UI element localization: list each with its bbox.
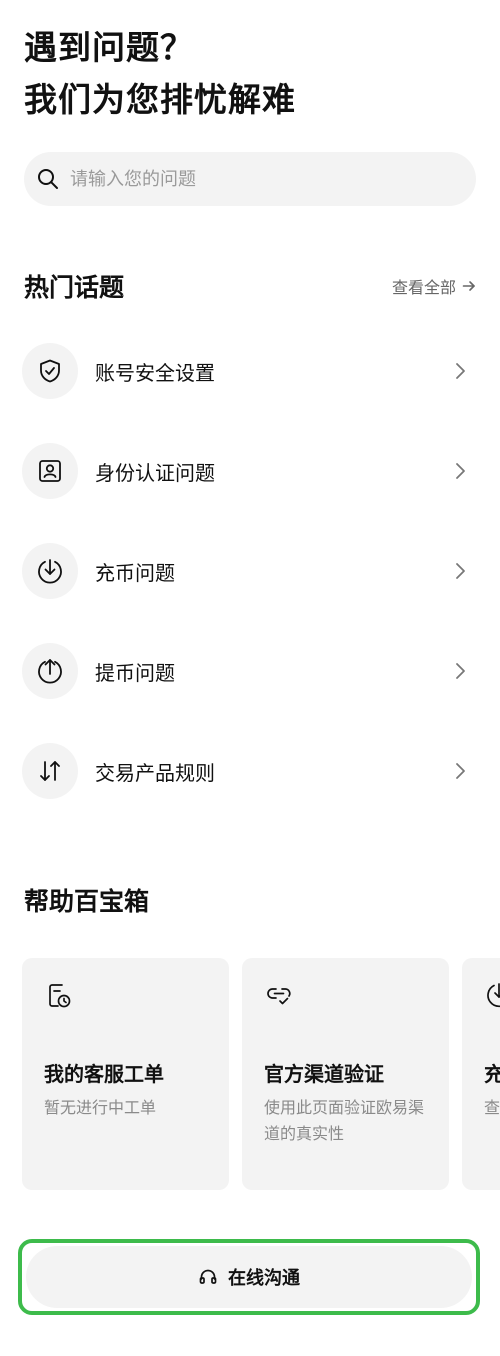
card-description: 查 (484, 1098, 500, 1117)
deposit-down-icon (484, 980, 500, 1010)
chevron-right-icon (450, 561, 470, 581)
topic-label: 充币问题 (95, 560, 175, 585)
headset-icon (198, 1267, 218, 1287)
toolbox-cards: 我的客服工单 暂无进行中工单 官方渠道验证 使用此页面验证欧易渠道的真实性 充 … (22, 958, 500, 1192)
shield-check-icon (37, 358, 63, 384)
topic-item-deposit[interactable]: 充币问题 (22, 543, 478, 599)
topic-label: 身份认证问题 (95, 460, 215, 485)
topic-icon-circle (22, 543, 78, 599)
link-check-icon (264, 980, 294, 1010)
title-line-2: 我们为您排忧解难 (24, 80, 296, 119)
chevron-right-icon (450, 761, 470, 781)
topic-item-trading-rules[interactable]: 交易产品规则 (22, 743, 478, 799)
card-official-channel-verification[interactable]: 官方渠道验证 使用此页面验证欧易渠道的真实性 (242, 958, 449, 1190)
topic-icon-circle (22, 743, 78, 799)
card-title: 官方渠道验证 (264, 1062, 384, 1086)
chevron-right-icon (450, 361, 470, 381)
topic-item-identity-verification[interactable]: 身份认证问题 (22, 443, 478, 499)
topic-icon-circle (22, 443, 78, 499)
card-description: 暂无进行中工单 (44, 1098, 157, 1117)
view-all-link[interactable]: 查看全部 (392, 274, 476, 298)
card-title: 充 (484, 1062, 500, 1086)
help-center-page: 遇到问题？ 我们为您排忧解难 热门话题 查看全部 (0, 0, 500, 1356)
id-card-icon (37, 458, 63, 484)
topic-label: 交易产品规则 (95, 760, 215, 785)
online-chat-label: 在线沟通 (228, 1268, 300, 1289)
topic-icon-circle (22, 643, 78, 699)
withdraw-up-icon (36, 657, 64, 685)
page-title: 遇到问题？ 我们为您排忧解难 (24, 22, 296, 126)
search-bar[interactable] (24, 152, 476, 206)
chevron-right-icon (450, 461, 470, 481)
topic-label: 账号安全设置 (95, 360, 215, 385)
card-description: 使用此页面验证欧易渠道的真实性 (264, 1098, 425, 1143)
arrow-right-icon (462, 279, 476, 293)
online-chat-highlight: 在线沟通 (18, 1239, 480, 1315)
search-icon (36, 167, 60, 191)
topic-icon-circle (22, 343, 78, 399)
card-title: 我的客服工单 (44, 1062, 164, 1086)
chevron-right-icon (450, 661, 470, 681)
card-my-tickets[interactable]: 我的客服工单 暂无进行中工单 (22, 958, 229, 1190)
ticket-clock-icon (44, 980, 74, 1010)
hot-topics-title: 热门话题 (24, 273, 125, 302)
online-chat-button[interactable]: 在线沟通 (26, 1246, 472, 1308)
topic-label: 提币问题 (95, 660, 175, 685)
deposit-down-icon (36, 557, 64, 585)
trade-arrows-icon (36, 757, 64, 785)
toolbox-title: 帮助百宝箱 (24, 887, 150, 916)
topic-item-withdrawal[interactable]: 提币问题 (22, 643, 478, 699)
search-input[interactable] (70, 168, 476, 190)
title-line-1: 遇到问题？ (24, 28, 194, 67)
card-deposit-partial[interactable]: 充 查 (462, 958, 500, 1190)
view-all-label: 查看全部 (391, 278, 456, 297)
topic-item-account-security[interactable]: 账号安全设置 (22, 343, 478, 399)
